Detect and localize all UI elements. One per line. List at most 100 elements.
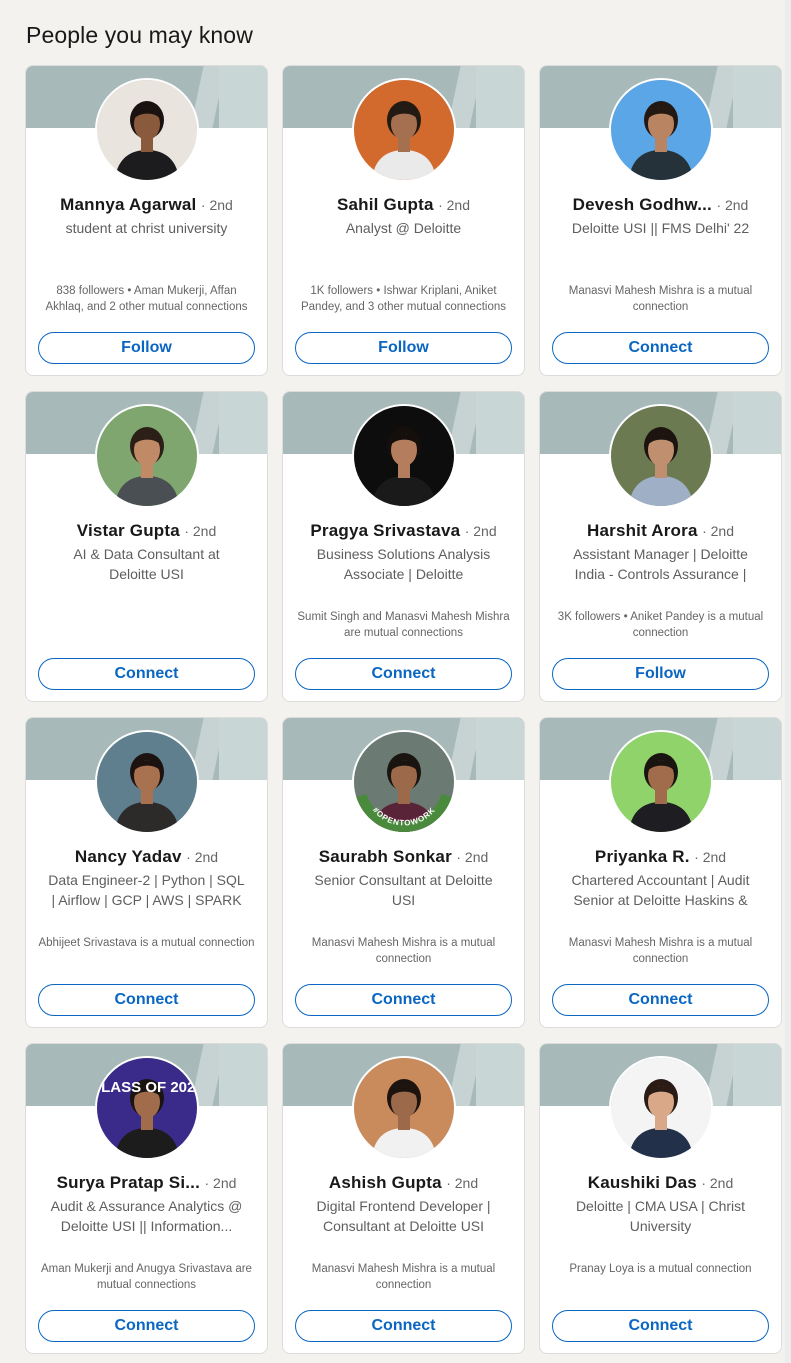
name-line: Vistar Gupta · 2nd <box>34 521 259 541</box>
mutual-connections: Manasvi Mahesh Mishra is a mutual connec… <box>311 937 496 965</box>
page-title: People you may know <box>26 22 253 48</box>
avatar[interactable] <box>95 78 199 182</box>
name-line: Ashish Gupta · 2nd <box>291 1173 516 1193</box>
avatar-photo <box>611 406 711 506</box>
avatar[interactable] <box>95 404 199 508</box>
name-line: Nancy Yadav · 2nd <box>34 847 259 867</box>
avatar[interactable] <box>609 730 713 834</box>
connection-degree: · 2nd <box>701 1175 734 1191</box>
avatar[interactable]: CLASS OF 2023 <box>95 1056 199 1160</box>
svg-text:CLASS OF 2023: CLASS OF 2023 <box>97 1079 197 1096</box>
person-card-6[interactable]: Harshit Arora · 2nd Assistant Manager | … <box>539 391 782 702</box>
connect-button[interactable]: Connect <box>295 984 512 1016</box>
avatar-photo <box>611 732 711 832</box>
avatar-photo <box>97 406 197 506</box>
person-card-5[interactable]: Pragya Srivastava · 2nd Business Solutio… <box>282 391 525 702</box>
connection-degree: · 2nd <box>456 849 489 865</box>
avatar-photo: #OPENTOWORK <box>354 732 454 832</box>
scrollbar[interactable] <box>785 0 791 1363</box>
avatar-photo: CLASS OF 2023 <box>97 1058 197 1158</box>
name-line: Kaushiki Das · 2nd <box>548 1173 773 1193</box>
connection-degree: · 2nd <box>716 197 749 213</box>
avatar-photo <box>354 406 454 506</box>
follow-button[interactable]: Follow <box>295 332 512 364</box>
person-name[interactable]: Sahil Gupta <box>337 195 434 214</box>
person-headline: Deloitte | CMA USA | Christ University <box>575 1198 746 1234</box>
mutual-connections: Pranay Loya is a mutual connection <box>569 1263 752 1275</box>
person-headline: Assistant Manager | Deloitte India - Con… <box>573 546 748 582</box>
name-line: Sahil Gupta · 2nd <box>291 195 516 215</box>
avatar[interactable] <box>609 1056 713 1160</box>
connection-degree: · 2nd <box>186 849 219 865</box>
person-card-11[interactable]: Ashish Gupta · 2nd Digital Frontend Deve… <box>282 1043 525 1354</box>
avatar[interactable] <box>352 404 456 508</box>
avatar[interactable] <box>609 78 713 182</box>
person-name[interactable]: Kaushiki Das <box>588 1173 697 1192</box>
connection-degree: · 2nd <box>702 523 734 539</box>
avatar-photo <box>97 732 197 832</box>
connect-button[interactable]: Connect <box>552 1310 769 1342</box>
connect-button[interactable]: Connect <box>552 984 769 1016</box>
connection-degree: · 2nd <box>438 197 471 213</box>
name-line: Priyanka R. · 2nd <box>548 847 773 867</box>
person-card-4[interactable]: Vistar Gupta · 2nd AI & Data Consultant … <box>25 391 268 702</box>
connection-degree: · 2nd <box>204 1175 237 1191</box>
avatar-photo <box>611 1058 711 1158</box>
person-headline: Deloitte USI || FMS Delhi' 22 <box>571 220 750 236</box>
name-line: Saurabh Sonkar · 2nd <box>291 847 516 867</box>
mutual-connections: Abhijeet Srivastava is a mutual connecti… <box>38 937 255 949</box>
name-line: Harshit Arora · 2nd <box>548 521 773 541</box>
connect-button[interactable]: Connect <box>38 984 255 1016</box>
connection-degree: · 2nd <box>200 197 233 213</box>
person-card-8[interactable]: #OPENTOWORK Saurabh Sonkar · 2nd Senior … <box>282 717 525 1028</box>
person-name[interactable]: Devesh Godhw... <box>573 195 712 214</box>
person-headline: Business Solutions Analysis Associate | … <box>316 546 491 582</box>
mutual-connections: Manasvi Mahesh Mishra is a mutual connec… <box>568 937 753 965</box>
person-name[interactable]: Vistar Gupta <box>77 521 180 540</box>
person-headline: Data Engineer-2 | Python | SQL | Airflow… <box>48 872 245 908</box>
person-name[interactable]: Nancy Yadav <box>75 847 182 866</box>
connection-degree: · 2nd <box>464 523 497 539</box>
avatar[interactable] <box>352 1056 456 1160</box>
connect-button[interactable]: Connect <box>295 1310 512 1342</box>
person-name[interactable]: Harshit Arora <box>587 521 698 540</box>
follow-button[interactable]: Follow <box>38 332 255 364</box>
person-name[interactable]: Ashish Gupta <box>329 1173 442 1192</box>
person-card-3[interactable]: Devesh Godhw... · 2nd Deloitte USI || FM… <box>539 65 782 376</box>
avatar[interactable] <box>609 404 713 508</box>
person-card-9[interactable]: Priyanka R. · 2nd Chartered Accountant |… <box>539 717 782 1028</box>
person-headline: Senior Consultant at Deloitte USI <box>314 872 493 908</box>
name-line: Mannya Agarwal · 2nd <box>34 195 259 215</box>
name-line: Devesh Godhw... · 2nd <box>548 195 773 215</box>
connect-button[interactable]: Connect <box>38 1310 255 1342</box>
connect-button[interactable]: Connect <box>38 658 255 690</box>
person-card-12[interactable]: Kaushiki Das · 2nd Deloitte | CMA USA | … <box>539 1043 782 1354</box>
person-name[interactable]: Pragya Srivastava <box>310 521 460 540</box>
person-headline: Chartered Accountant | Audit Senior at D… <box>571 872 750 908</box>
person-card-10[interactable]: CLASS OF 2023 Surya Pratap Si... · 2nd A… <box>25 1043 268 1354</box>
person-card-1[interactable]: Mannya Agarwal · 2nd student at christ u… <box>25 65 268 376</box>
connect-button[interactable]: Connect <box>552 332 769 364</box>
person-card-7[interactable]: Nancy Yadav · 2nd Data Engineer-2 | Pyth… <box>25 717 268 1028</box>
person-name[interactable]: Surya Pratap Si... <box>57 1173 200 1192</box>
connection-degree: · 2nd <box>446 1175 479 1191</box>
mutual-connections: 3K followers • Aniket Pandey is a mutual… <box>557 611 764 639</box>
follow-button[interactable]: Follow <box>552 658 769 690</box>
avatar[interactable] <box>95 730 199 834</box>
avatar[interactable] <box>352 78 456 182</box>
person-card-2[interactable]: Sahil Gupta · 2nd Analyst @ Deloitte 1K … <box>282 65 525 376</box>
connection-degree: · 2nd <box>694 849 727 865</box>
person-headline: Audit & Assurance Analytics @ Deloitte U… <box>50 1198 243 1234</box>
person-headline: AI & Data Consultant at Deloitte USI <box>73 546 220 582</box>
person-headline: Digital Frontend Developer | Consultant … <box>316 1198 491 1234</box>
mutual-connections: Manasvi Mahesh Mishra is a mutual connec… <box>311 1263 496 1291</box>
connect-button[interactable]: Connect <box>295 658 512 690</box>
avatar[interactable]: #OPENTOWORK <box>352 730 456 834</box>
person-headline: Analyst @ Deloitte <box>345 220 462 236</box>
avatar-photo <box>97 80 197 180</box>
avatar-photo <box>354 80 454 180</box>
person-name[interactable]: Mannya Agarwal <box>60 195 196 214</box>
name-line: Surya Pratap Si... · 2nd <box>34 1173 259 1193</box>
person-name[interactable]: Saurabh Sonkar <box>319 847 452 866</box>
person-name[interactable]: Priyanka R. <box>595 847 690 866</box>
